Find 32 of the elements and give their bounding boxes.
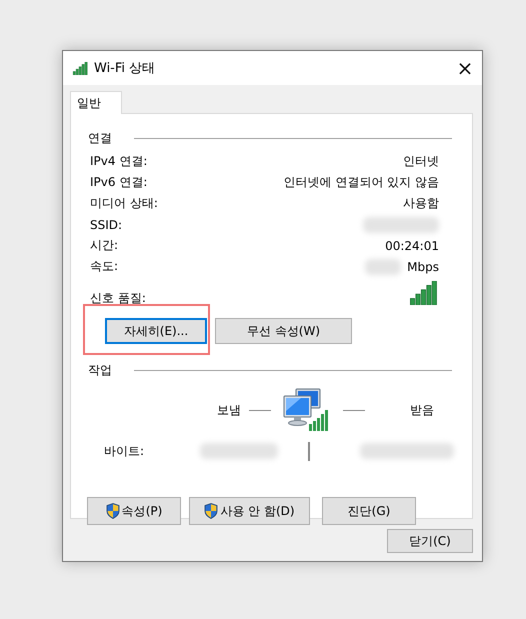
field-label: 미디어 상태: — [90, 195, 158, 212]
field-label: 신호 품질: — [90, 290, 146, 307]
wireless-properties-button[interactable]: 무선 속성(W) — [215, 318, 352, 344]
field-label: 속도: — [90, 258, 118, 275]
section-heading: 연결 — [88, 130, 112, 147]
window-title: Wi-Fi 상태 — [94, 60, 156, 77]
close-dialog-button[interactable]: 닫기(C) — [387, 529, 473, 553]
field-label: IPv6 연결: — [90, 174, 148, 191]
shield-icon — [204, 503, 218, 519]
tab[interactable]: 일반 — [70, 91, 122, 114]
sent-label: 보냄 — [217, 402, 241, 418]
speed-unit: Mbps — [407, 260, 439, 274]
network-computers-icon — [281, 387, 329, 433]
diagnose-button[interactable]: 진단(G) — [322, 497, 416, 525]
field-label: IPv4 연결: — [90, 153, 148, 170]
field-value: 사용함 — [403, 195, 439, 212]
field-value: 인터넷 — [403, 153, 439, 170]
disable-button[interactable]: 사용 안 함(D) — [189, 497, 310, 525]
signal-bars-icon — [409, 281, 439, 305]
signal-bars-icon — [72, 62, 89, 74]
bytes-label: 바이트: — [104, 442, 146, 460]
properties-button[interactable]: 속성(P) — [87, 497, 181, 525]
details-button[interactable]: 자세히(E)... — [105, 318, 207, 344]
field-value: 인터넷에 연결되어 있지 않음 — [284, 174, 439, 191]
close-button[interactable]: × — [448, 51, 482, 85]
field-label: SSID: — [90, 218, 122, 232]
received-label: 받음 — [410, 402, 434, 418]
section-heading: 작업 — [88, 362, 112, 379]
field-value: 00:24:01 — [385, 238, 439, 252]
shield-icon — [106, 503, 120, 519]
field-label: 시간: — [90, 237, 118, 254]
redacted-value — [365, 258, 402, 274]
